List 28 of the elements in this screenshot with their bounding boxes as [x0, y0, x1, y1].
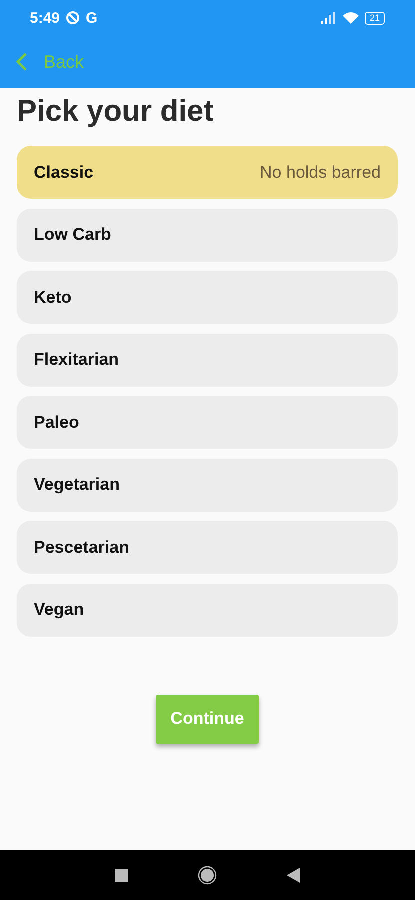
diet-option[interactable]: Paleo: [17, 396, 398, 449]
diet-option[interactable]: Keto: [17, 271, 398, 324]
diet-name: Flexitarian: [34, 350, 120, 370]
diet-description: No holds barred: [260, 162, 381, 182]
diet-option[interactable]: Pescetarian: [17, 521, 398, 574]
home-icon[interactable]: [198, 866, 217, 884]
recents-icon[interactable]: [115, 868, 128, 882]
chevron-left-icon: [16, 52, 28, 72]
diet-option[interactable]: Low Carb: [17, 208, 398, 262]
page-title: Pick your diet: [17, 94, 215, 130]
carrier-glyph: G: [86, 10, 98, 26]
diet-option[interactable]: Vegetarian: [17, 458, 398, 512]
status-time: 5:49: [30, 10, 60, 26]
diet-name: Vegetarian: [34, 475, 120, 495]
diet-name: Keto: [34, 288, 72, 308]
signal-icon: [320, 12, 337, 24]
wifi-icon: [342, 12, 359, 24]
diet-name: Paleo: [34, 412, 80, 432]
diet-name: Vegan: [34, 600, 84, 620]
battery-indicator: 21: [364, 12, 385, 24]
diet-option[interactable]: Vegan: [17, 584, 398, 636]
back-nav-icon[interactable]: [287, 868, 300, 882]
diet-option[interactable]: Flexitarian: [17, 334, 398, 386]
diet-name: Low Carb: [34, 225, 112, 245]
diet-name: Pescetarian: [34, 538, 130, 558]
diet-name: Classic: [34, 162, 94, 182]
diet-option[interactable]: Classic No holds barred: [17, 146, 398, 199]
back-label: Back: [44, 52, 84, 72]
